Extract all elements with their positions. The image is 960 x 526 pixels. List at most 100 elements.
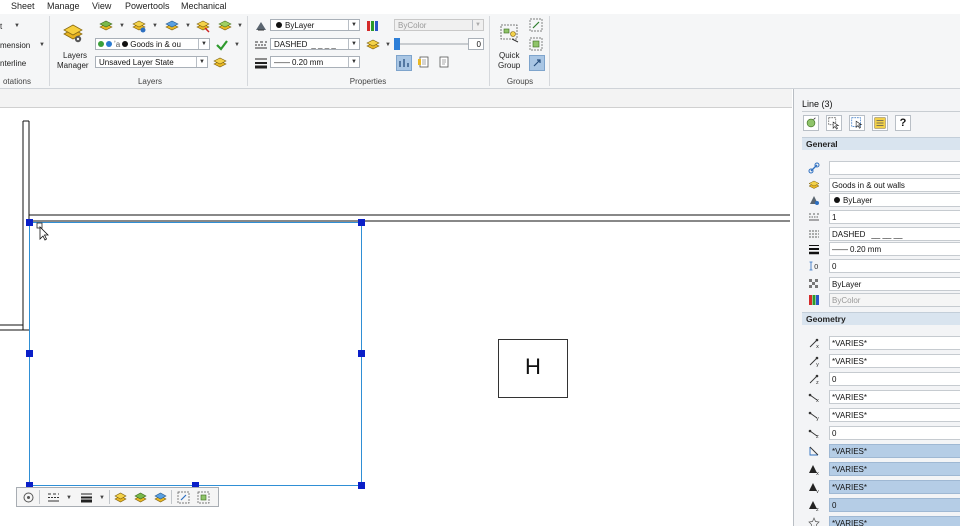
prop-value-linetype[interactable]: DASHED __ __ __ <box>829 227 960 241</box>
layer-isolate-icon[interactable] <box>134 491 147 504</box>
layer-freeze-icon[interactable] <box>196 19 210 33</box>
group-edit-icon[interactable] <box>177 491 190 504</box>
select-objects-button[interactable] <box>826 115 842 131</box>
chevron-down-icon[interactable]: ▼ <box>152 23 158 29</box>
chevron-down-icon[interactable]: ▼ <box>39 42 45 48</box>
layer-state-dropdown[interactable]: Unsaved Layer State ▼ <box>95 56 208 68</box>
prop-value-end-x[interactable]: *VARIES* <box>829 390 960 404</box>
chevron-down-icon[interactable]: ▼ <box>119 23 125 29</box>
lineweight-dropdown[interactable]: —— 0.20 mm ▼ <box>270 56 360 68</box>
match-properties-icon[interactable] <box>254 19 268 33</box>
prop-value-plotstyle[interactable]: ByColor <box>829 293 960 307</box>
lineweight-icon[interactable] <box>80 491 93 504</box>
chevron-down-icon[interactable]: ▼ <box>348 39 359 49</box>
quick-group-icon[interactable] <box>498 22 522 44</box>
grip-handle[interactable] <box>358 482 365 489</box>
chevron-down-icon[interactable]: ▼ <box>348 20 359 30</box>
grip-handle[interactable] <box>358 219 365 226</box>
prop-row-delta-y[interactable]: y *VARIES* <box>802 478 960 496</box>
menu-mechanical[interactable]: Mechanical <box>181 1 227 11</box>
text-box-label[interactable]: H <box>498 354 568 380</box>
toggle-pickadd-button[interactable] <box>872 115 888 131</box>
prop-row-thickness[interactable]: 0 0 <box>802 257 960 275</box>
quick-select-button[interactable] <box>849 115 865 131</box>
chevron-down-icon[interactable]: ▼ <box>196 57 207 67</box>
prop-row-delta-x[interactable]: x *VARIES* <box>802 460 960 478</box>
layers-manager-label-2[interactable]: Manager <box>57 61 89 70</box>
color-dropdown[interactable]: ByLayer ▼ <box>270 19 360 31</box>
prop-value-color[interactable]: ByLayer <box>829 193 960 207</box>
chevron-down-icon[interactable]: ▼ <box>385 42 391 48</box>
menu-powertools[interactable]: Powertools <box>125 1 170 11</box>
prop-value-hyperlink[interactable] <box>829 161 960 175</box>
ribbon-text-item[interactable]: t <box>0 22 2 31</box>
grip-handle[interactable] <box>26 350 33 357</box>
chevron-down-icon[interactable]: ▼ <box>234 42 240 48</box>
selected-lines[interactable] <box>29 222 362 486</box>
layers-manager-label[interactable]: Layers <box>63 51 87 60</box>
prop-row-end-y[interactable]: y *VARIES* <box>802 406 960 424</box>
chevron-down-icon[interactable]: ▼ <box>198 39 209 49</box>
linetype-icon[interactable] <box>47 491 60 504</box>
transparency-value-input[interactable]: 0 <box>468 38 484 50</box>
make-current-check-icon[interactable] <box>215 38 229 52</box>
layers-manager-icon[interactable] <box>61 22 85 44</box>
show-lineweight-icon[interactable] <box>396 55 412 71</box>
prop-value-angle[interactable]: *VARIES* <box>829 516 960 526</box>
prop-row-length[interactable]: *VARIES* <box>802 442 960 460</box>
prop-row-lineweight[interactable]: —— 0.20 mm <box>802 240 960 258</box>
plotstyle-icon[interactable] <box>365 19 379 33</box>
help-button[interactable]: ? <box>895 115 911 131</box>
layer-match-icon[interactable] <box>99 19 113 33</box>
layer-previous-icon[interactable] <box>132 19 146 33</box>
slider-handle[interactable] <box>394 38 400 50</box>
chevron-down-icon[interactable]: ▼ <box>99 495 105 501</box>
chevron-down-icon[interactable]: ▼ <box>14 23 20 29</box>
transparency-slider[interactable] <box>394 38 468 50</box>
chevron-down-icon[interactable]: ▼ <box>472 20 483 30</box>
quick-group-label-2[interactable]: Group <box>498 61 520 70</box>
grip-handle[interactable] <box>358 350 365 357</box>
prop-value-delta-x[interactable]: *VARIES* <box>829 462 960 476</box>
ungroup-icon[interactable] <box>529 37 543 51</box>
ribbon-centerline-item[interactable]: nterline <box>0 59 26 68</box>
quick-group-icon[interactable] <box>197 491 210 504</box>
list-properties-icon[interactable] <box>417 55 431 69</box>
prop-value-start-z[interactable]: 0 <box>829 372 960 386</box>
layer-icon[interactable] <box>114 491 127 504</box>
quick-group-label[interactable]: Quick <box>499 51 519 60</box>
prop-value-layer[interactable]: Goods in & out walls <box>829 178 960 192</box>
prop-row-angle[interactable]: *VARIES* <box>802 514 960 526</box>
drawing-canvas[interactable]: H <box>0 108 790 526</box>
linetype-dropdown[interactable]: DASHED _ _ _ _ ▼ <box>270 38 360 50</box>
section-header-general[interactable]: General <box>802 137 960 150</box>
menu-view[interactable]: View <box>92 1 111 11</box>
prop-value-delta-y[interactable]: *VARIES* <box>829 480 960 494</box>
section-header-geometry[interactable]: Geometry <box>802 312 960 325</box>
chevron-down-icon[interactable]: ▼ <box>66 495 72 501</box>
group-selection-toggle-icon[interactable] <box>529 55 545 71</box>
text-properties-icon[interactable] <box>437 55 451 69</box>
prop-value-transparency[interactable]: ByLayer <box>829 277 960 291</box>
prop-row-plotstyle[interactable]: ByColor <box>802 291 960 309</box>
plotstyle-dropdown[interactable]: ByColor ▼ <box>394 19 484 31</box>
prop-row-start-x[interactable]: x *VARIES* <box>802 334 960 352</box>
linetype-icon[interactable] <box>254 38 268 52</box>
prop-value-delta-z[interactable]: 0 <box>829 498 960 512</box>
chevron-down-icon[interactable]: ▼ <box>237 23 243 29</box>
prop-row-hyperlink[interactable] <box>802 159 960 177</box>
lineweight-icon[interactable] <box>254 56 268 70</box>
prop-value-end-y[interactable]: *VARIES* <box>829 408 960 422</box>
prop-value-length[interactable]: *VARIES* <box>829 444 960 458</box>
prop-value-start-x[interactable]: *VARIES* <box>829 336 960 350</box>
prop-value-thickness[interactable]: 0 <box>829 259 960 273</box>
current-layer-dropdown[interactable]: ʼa Goods in & ou ▼ <box>95 38 210 50</box>
grip-handle[interactable] <box>26 219 33 226</box>
prop-row-linetype-scale[interactable]: 1 <box>802 208 960 226</box>
layer-isolate-icon[interactable] <box>165 19 179 33</box>
prop-row-end-z[interactable]: z 0 <box>802 424 960 442</box>
prop-row-delta-z[interactable]: z 0 <box>802 496 960 514</box>
prop-row-start-z[interactable]: z 0 <box>802 370 960 388</box>
prop-row-color[interactable]: ByLayer <box>802 191 960 209</box>
chevron-down-icon[interactable]: ▼ <box>185 23 191 29</box>
